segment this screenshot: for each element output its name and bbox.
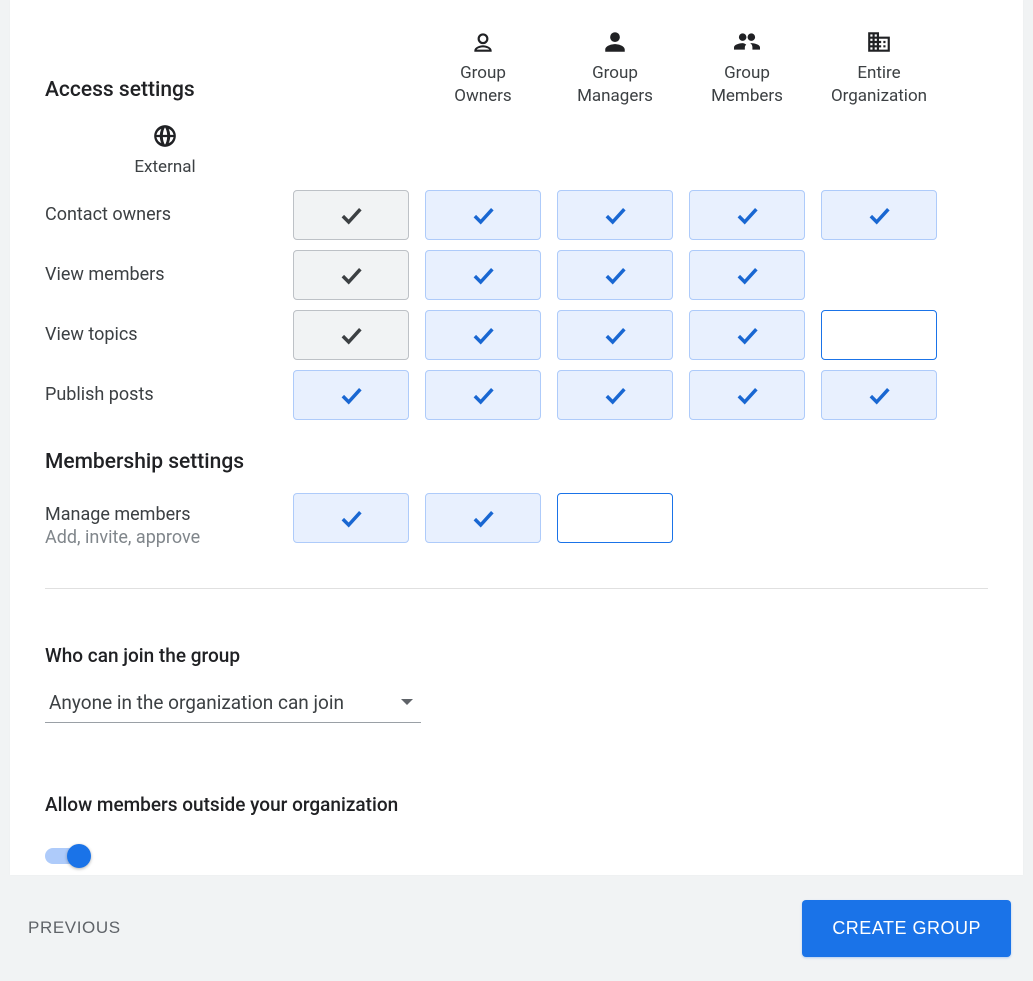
person-solid-icon <box>549 22 681 62</box>
organization-icon <box>813 22 945 62</box>
permission-0-2[interactable] <box>557 190 673 240</box>
permission-2-3[interactable] <box>689 310 805 360</box>
permission-1-3[interactable] <box>689 250 805 300</box>
row-label: Contact owners <box>45 188 285 241</box>
previous-button[interactable]: PREVIOUS <box>22 908 127 948</box>
allow-external-heading: Allow members outside your organization <box>45 793 988 816</box>
access-settings-heading: Access settings <box>45 20 285 116</box>
people-solid-icon <box>681 22 813 62</box>
permission-3-1[interactable] <box>425 370 541 420</box>
divider <box>45 588 988 589</box>
column-header-members: Group Members <box>681 22 813 114</box>
column-label: Owners <box>454 86 511 106</box>
permission-2-1[interactable] <box>425 310 541 360</box>
permission-2-0[interactable] <box>293 310 409 360</box>
row-label: View members <box>45 248 285 301</box>
join-section: Who can join the group Anyone in the org… <box>45 644 988 723</box>
permission-0-1[interactable] <box>425 190 541 240</box>
chevron-down-icon <box>401 699 413 705</box>
permission-1-0[interactable] <box>293 250 409 300</box>
column-label: Managers <box>577 86 653 106</box>
join-select-value: Anyone in the organization can join <box>49 691 344 714</box>
join-select[interactable]: Anyone in the organization can join <box>45 685 421 723</box>
permission-0-4[interactable] <box>821 190 937 240</box>
allow-external-section: Allow members outside your organization <box>45 793 988 870</box>
permission-3-0[interactable] <box>293 370 409 420</box>
permission-0-1[interactable] <box>425 493 541 543</box>
permission-3-3[interactable] <box>689 370 805 420</box>
permission-2-4[interactable] <box>821 310 937 360</box>
row-label: View topics <box>45 308 285 361</box>
column-label: Members <box>711 86 783 106</box>
membership-settings-heading: Membership settings <box>45 425 988 488</box>
footer: PREVIOUS CREATE GROUP <box>0 875 1033 981</box>
globe-icon <box>45 116 285 156</box>
row-hint: Add, invite, approve <box>45 527 285 548</box>
column-label: Group <box>460 63 506 83</box>
column-header-owners: Group Owners <box>417 22 549 114</box>
column-label: External <box>134 157 195 177</box>
toggle-thumb <box>67 844 91 868</box>
permission-0-0[interactable] <box>293 190 409 240</box>
permission-0-0[interactable] <box>293 493 409 543</box>
column-label: Organization <box>831 86 927 106</box>
column-label: Group <box>724 63 770 83</box>
person-outline-icon <box>417 22 549 62</box>
create-group-button[interactable]: CREATE GROUP <box>802 900 1011 957</box>
permission-0-3[interactable] <box>689 190 805 240</box>
column-header-organization: Entire Organization <box>813 22 945 114</box>
allow-external-toggle[interactable] <box>45 842 97 870</box>
permission-2-2[interactable] <box>557 310 673 360</box>
permission-3-2[interactable] <box>557 370 673 420</box>
row-label: Publish posts <box>45 368 285 421</box>
settings-card: Group Owners Group Managers Group Members E… <box>10 0 1023 875</box>
join-heading: Who can join the group <box>45 644 988 667</box>
column-header-external: External <box>45 116 285 185</box>
column-label: Entire <box>857 63 900 83</box>
column-label: Group <box>592 63 638 83</box>
column-header-managers: Group Managers <box>549 22 681 114</box>
permission-1-1[interactable] <box>425 250 541 300</box>
permission-1-2[interactable] <box>557 250 673 300</box>
permission-3-4[interactable] <box>821 370 937 420</box>
permission-0-2[interactable] <box>557 493 673 543</box>
row-label: Manage members <box>45 488 285 525</box>
permissions-grid: Group Owners Group Managers Group Members E… <box>45 20 988 185</box>
